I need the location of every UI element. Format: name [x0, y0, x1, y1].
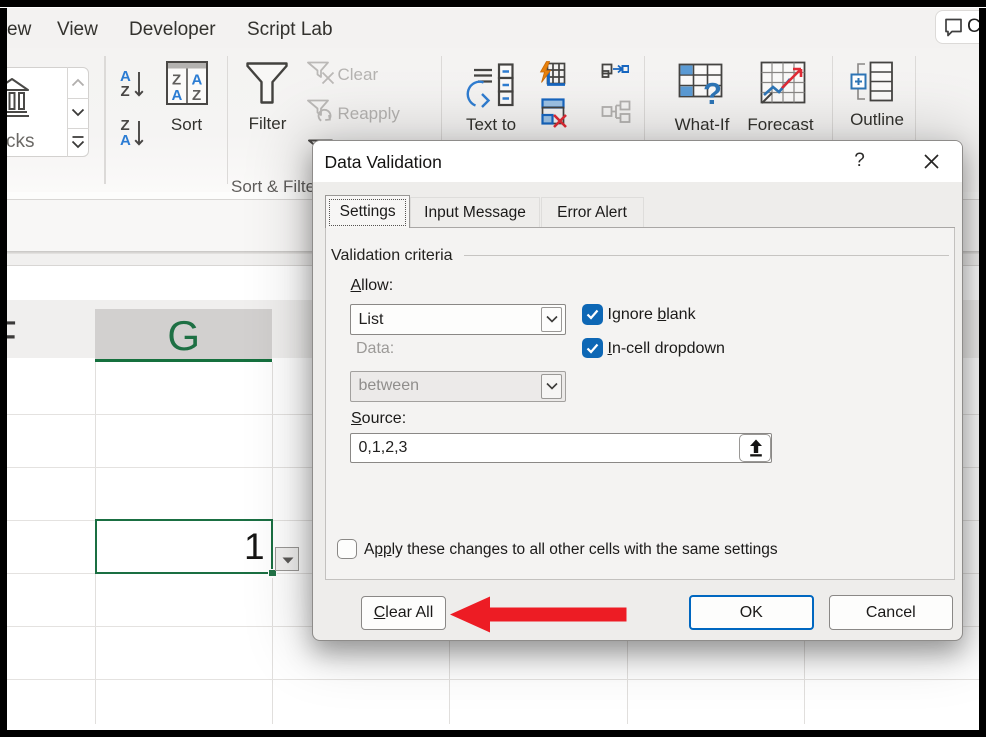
- svg-text:A: A: [191, 72, 202, 89]
- svg-text:Z: Z: [121, 83, 130, 100]
- svg-text:?: ?: [703, 76, 722, 105]
- svg-text:Z: Z: [172, 72, 181, 89]
- svg-text:A: A: [171, 87, 182, 104]
- svg-text:A: A: [120, 132, 131, 149]
- svg-text:Z: Z: [192, 87, 201, 104]
